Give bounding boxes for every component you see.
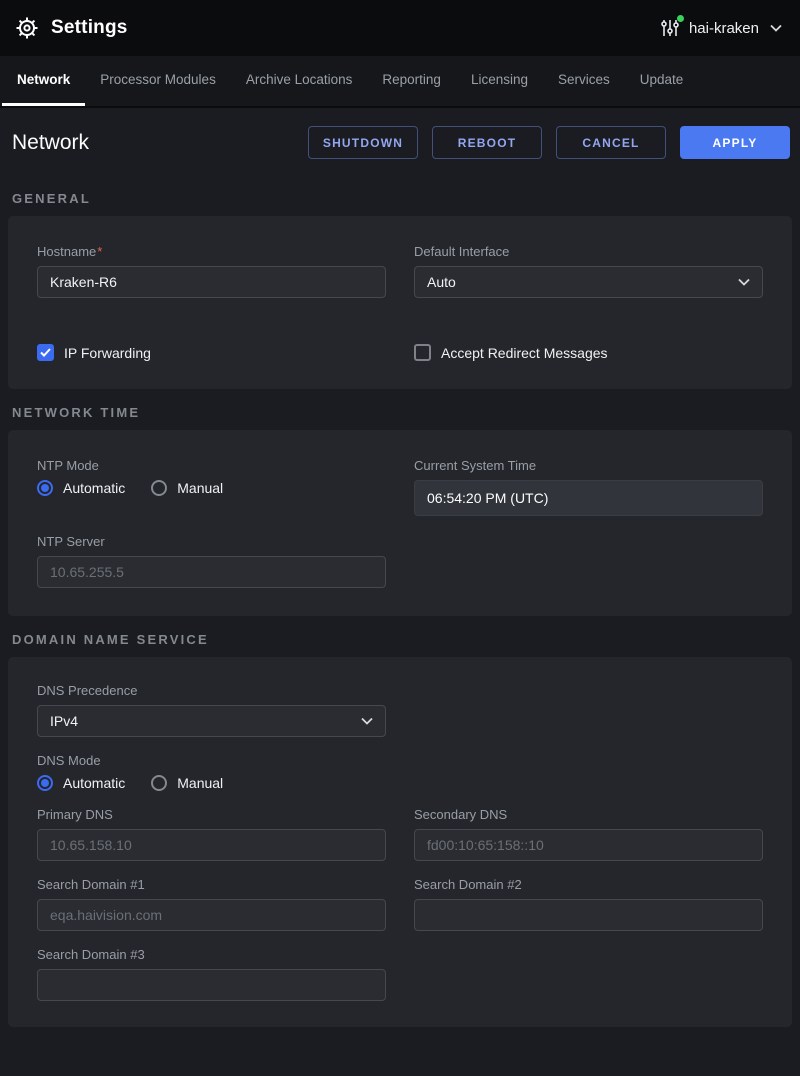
- dns-precedence-select[interactable]: IPv4: [37, 705, 386, 737]
- general-panel: Hostname* Default Interface Auto IP Forw…: [8, 216, 792, 389]
- dns-mode-radio-group: Automatic Manual: [37, 775, 763, 791]
- search-domain-1-label: Search Domain #1: [37, 877, 386, 892]
- current-system-time-value: 06:54:20 PM (UTC): [414, 480, 763, 516]
- tab-reporting[interactable]: Reporting: [367, 56, 456, 106]
- app-title: Settings: [51, 17, 128, 39]
- ntp-manual-label: Manual: [177, 480, 223, 496]
- dns-mode-field-group: DNS Mode Automatic Manual: [37, 753, 763, 791]
- radio-unselected-icon: [151, 775, 167, 791]
- online-status-dot: [677, 15, 684, 22]
- search-domain-3-input[interactable]: [37, 969, 386, 1001]
- top-bar: Settings hai-kraken: [0, 0, 800, 56]
- search-domain-1-field-group: Search Domain #1: [37, 877, 386, 931]
- hostname-input[interactable]: [37, 266, 386, 298]
- ntp-server-field-group: NTP Server: [37, 534, 386, 588]
- search-domain-1-input: [37, 899, 386, 931]
- tab-services[interactable]: Services: [543, 56, 625, 106]
- dns-mode-label: DNS Mode: [37, 753, 763, 768]
- secondary-dns-field-group: Secondary DNS: [414, 807, 763, 861]
- settings-tab-bar: Network Processor Modules Archive Locati…: [0, 56, 800, 108]
- chevron-down-icon: [738, 278, 750, 286]
- ntp-automatic-label: Automatic: [63, 480, 125, 496]
- user-sliders-icon: [660, 18, 680, 38]
- user-name: hai-kraken: [689, 20, 759, 37]
- dns-precedence-value: IPv4: [50, 713, 78, 729]
- ntp-server-label: NTP Server: [37, 534, 386, 549]
- required-marker: *: [97, 244, 102, 259]
- chevron-down-icon: [361, 717, 373, 725]
- ip-forwarding-label: IP Forwarding: [64, 345, 151, 361]
- action-buttons: SHUTDOWN REBOOT CANCEL APPLY: [308, 126, 790, 159]
- tab-update[interactable]: Update: [625, 56, 699, 106]
- page-title: Network: [12, 131, 89, 155]
- search-domain-2-field-group: Search Domain #2: [414, 877, 763, 931]
- tab-archive-locations[interactable]: Archive Locations: [231, 56, 368, 106]
- chevron-down-icon: [770, 24, 782, 32]
- default-interface-select[interactable]: Auto: [414, 266, 763, 298]
- settings-gear-icon: [14, 15, 40, 41]
- default-interface-field-group: Default Interface Auto: [414, 244, 763, 298]
- ntp-mode-manual-radio[interactable]: Manual: [151, 480, 223, 496]
- ntp-mode-radio-group: Automatic Manual: [37, 480, 386, 496]
- shutdown-button[interactable]: SHUTDOWN: [308, 126, 418, 159]
- hostname-label-text: Hostname: [37, 244, 96, 259]
- checkbox-unchecked-icon: [414, 344, 431, 361]
- apply-button[interactable]: APPLY: [680, 126, 790, 159]
- primary-dns-field-group: Primary DNS: [37, 807, 386, 861]
- primary-dns-label: Primary DNS: [37, 807, 386, 822]
- search-domain-3-field-group: Search Domain #3: [37, 947, 386, 1001]
- dns-mode-manual-radio[interactable]: Manual: [151, 775, 223, 791]
- tab-licensing[interactable]: Licensing: [456, 56, 543, 106]
- secondary-dns-input: [414, 829, 763, 861]
- cancel-button[interactable]: CANCEL: [556, 126, 666, 159]
- page-head: Network SHUTDOWN REBOOT CANCEL APPLY: [0, 108, 800, 175]
- search-domain-2-input[interactable]: [414, 899, 763, 931]
- dns-automatic-label: Automatic: [63, 775, 125, 791]
- search-domain-3-label: Search Domain #3: [37, 947, 386, 962]
- accept-redirect-checkbox[interactable]: Accept Redirect Messages: [414, 344, 763, 361]
- user-menu[interactable]: hai-kraken: [660, 18, 782, 38]
- accept-redirect-label: Accept Redirect Messages: [441, 345, 608, 361]
- tab-network[interactable]: Network: [2, 56, 85, 106]
- ntp-mode-field-group: NTP Mode Automatic Manual: [37, 458, 386, 516]
- dns-panel: DNS Precedence IPv4 DNS Mode Automatic M…: [8, 657, 792, 1027]
- network-time-panel: NTP Mode Automatic Manual Current System…: [8, 430, 792, 616]
- radio-selected-icon: [37, 480, 53, 496]
- ntp-mode-label: NTP Mode: [37, 458, 386, 473]
- primary-dns-input: [37, 829, 386, 861]
- reboot-button[interactable]: REBOOT: [432, 126, 542, 159]
- hostname-label: Hostname*: [37, 244, 386, 259]
- checkbox-checked-icon: [37, 344, 54, 361]
- default-interface-value: Auto: [427, 274, 456, 290]
- search-domain-2-label: Search Domain #2: [414, 877, 763, 892]
- current-time-label: Current System Time: [414, 458, 763, 473]
- secondary-dns-label: Secondary DNS: [414, 807, 763, 822]
- dns-manual-label: Manual: [177, 775, 223, 791]
- default-interface-label: Default Interface: [414, 244, 763, 259]
- current-time-field-group: Current System Time 06:54:20 PM (UTC): [414, 458, 763, 516]
- app-brand: Settings: [14, 15, 128, 41]
- general-section-heading: GENERAL: [12, 191, 800, 206]
- tab-processor-modules[interactable]: Processor Modules: [85, 56, 231, 106]
- dns-mode-automatic-radio[interactable]: Automatic: [37, 775, 125, 791]
- dns-precedence-field-group: DNS Precedence IPv4: [37, 683, 386, 737]
- ntp-server-input: [37, 556, 386, 588]
- ip-forwarding-checkbox[interactable]: IP Forwarding: [37, 344, 386, 361]
- radio-selected-icon: [37, 775, 53, 791]
- hostname-field-group: Hostname*: [37, 244, 386, 298]
- ntp-mode-automatic-radio[interactable]: Automatic: [37, 480, 125, 496]
- dns-section-heading: DOMAIN NAME SERVICE: [12, 632, 800, 647]
- dns-precedence-label: DNS Precedence: [37, 683, 386, 698]
- radio-unselected-icon: [151, 480, 167, 496]
- network-time-section-heading: NETWORK TIME: [12, 405, 800, 420]
